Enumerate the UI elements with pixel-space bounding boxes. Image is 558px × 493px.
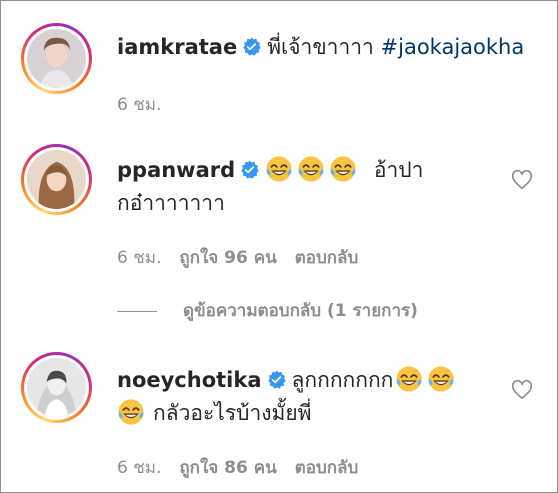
face-with-tears-of-joy-emoji — [395, 365, 423, 393]
reply-button[interactable]: ตอบกลับ — [295, 248, 359, 268]
comment-timestamp[interactable]: 6 ชม. — [117, 95, 161, 115]
view-replies-label: ดูข้อความตอบกลับ (1 รายการ) — [183, 301, 418, 321]
likes-count[interactable]: ถูกใจ 96 คน — [179, 248, 276, 268]
avatar-ring-noeychotika[interactable] — [21, 352, 92, 423]
comment-text-line2: กลัวอะไรบ้างมั้ยพี่ — [153, 401, 312, 425]
comments-panel: iamkratae พี่เจ้าขาาาา #jaokajaokha 6 ชม. — [0, 0, 558, 493]
avatar-noeychotika[interactable] — [27, 358, 86, 417]
replies-divider — [117, 310, 157, 312]
comment-timestamp[interactable]: 6 ชม. — [117, 248, 161, 268]
avatar-ring-ppanward[interactable] — [21, 144, 92, 215]
username-iamkratae[interactable]: iamkratae — [117, 35, 237, 59]
avatar-ring-iamkratae[interactable] — [21, 23, 92, 94]
comment-text: อ้าปา — [373, 158, 424, 182]
view-replies-button[interactable]: ดูข้อความตอบกลับ (1 รายการ) — [117, 297, 418, 321]
hashtag-link[interactable]: #jaokajaokha — [381, 35, 525, 59]
avatar-ppanward[interactable] — [27, 150, 86, 209]
verified-badge-icon — [267, 366, 286, 389]
face-with-tears-of-joy-emoji — [329, 155, 357, 183]
comment-text: ลูกกกกกกก — [291, 368, 394, 392]
username-noeychotika[interactable]: noeychotika — [117, 368, 262, 392]
comment-text-line2: กอ๋าาาาาาา — [117, 191, 225, 215]
avatar-iamkratae[interactable] — [27, 29, 86, 88]
like-heart-icon[interactable] — [511, 379, 533, 401]
face-with-tears-of-joy-emoji — [117, 398, 145, 426]
face-with-tears-of-joy-emoji — [265, 155, 293, 183]
likes-count[interactable]: ถูกใจ 86 คน — [179, 458, 276, 478]
face-with-tears-of-joy-emoji — [427, 365, 455, 393]
verified-badge-icon — [242, 33, 261, 56]
verified-badge-icon — [240, 156, 259, 179]
reply-button[interactable]: ตอบกลับ — [295, 458, 359, 478]
like-heart-icon[interactable] — [511, 169, 533, 191]
comment-text: พี่เจ้าขาาาา — [267, 35, 374, 59]
username-ppanward[interactable]: ppanward — [117, 158, 235, 182]
comment-timestamp[interactable]: 6 ชม. — [117, 458, 161, 478]
face-with-tears-of-joy-emoji — [297, 155, 325, 183]
